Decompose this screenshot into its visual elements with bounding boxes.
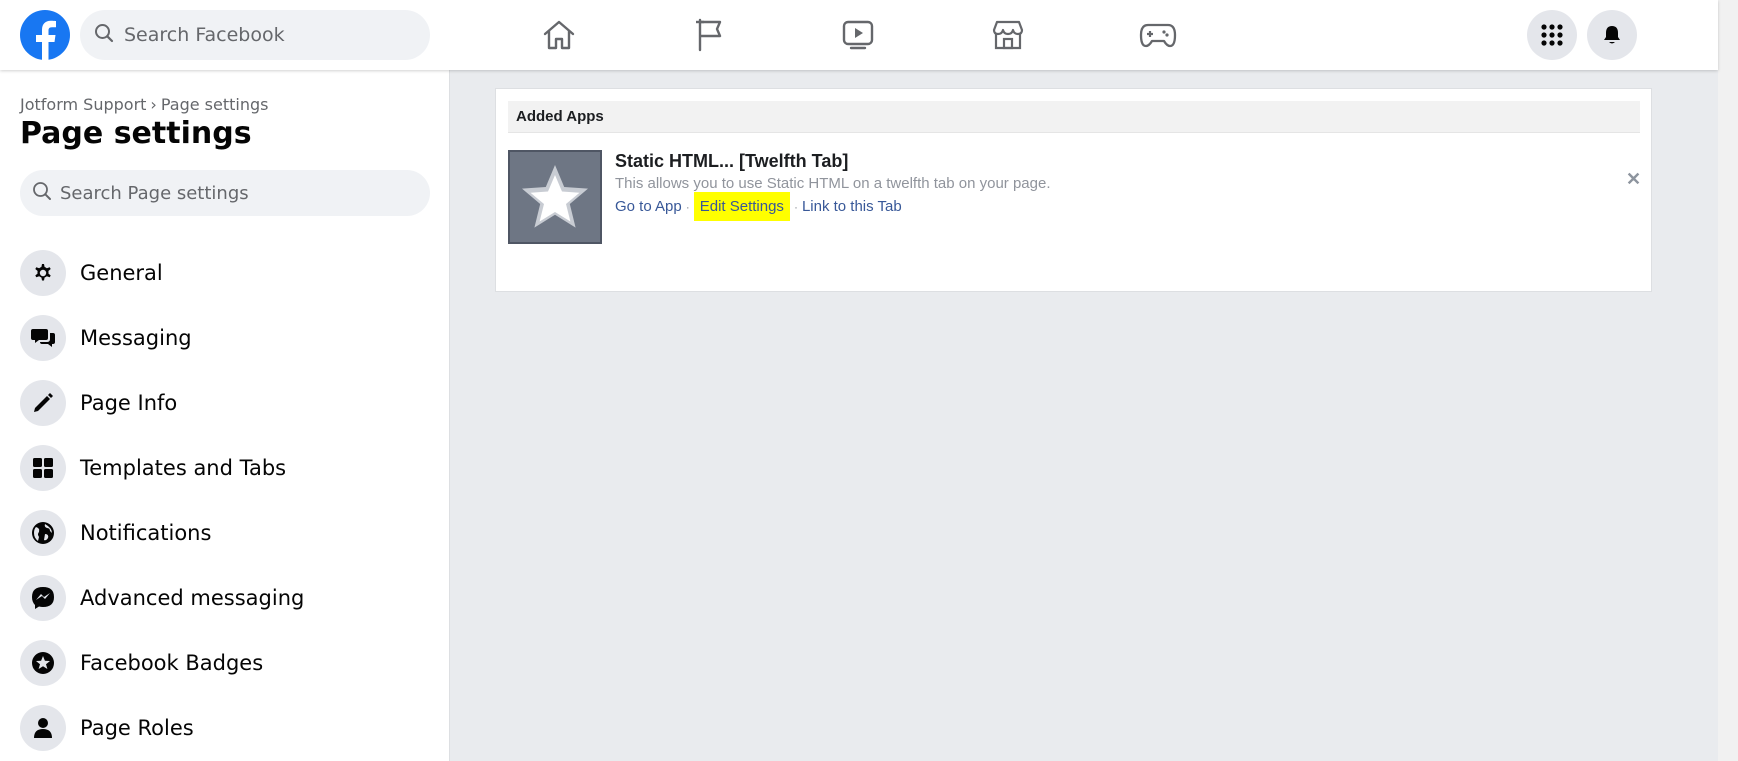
sidebar-item-templates-and-tabs[interactable]: Templates and Tabs xyxy=(20,435,440,500)
link-separator: · xyxy=(685,199,690,214)
app-name-link[interactable]: Static HTML... [Twelfth Tab] xyxy=(615,151,848,172)
breadcrumb-separator: › xyxy=(150,95,157,114)
page-scrollbar[interactable] xyxy=(1718,0,1738,761)
page-settings-sidebar: Jotform Support › Page settings Page setti… xyxy=(0,70,450,761)
gaming-icon[interactable] xyxy=(1138,15,1178,55)
home-icon[interactable] xyxy=(539,15,579,55)
sidebar-item-label: Messaging xyxy=(80,325,192,350)
facebook-search-input[interactable]: Search Facebook xyxy=(80,10,430,60)
added-apps-panel: Added Apps Static HTML... [Twelfth Tab] … xyxy=(495,88,1652,292)
search-icon xyxy=(94,23,114,48)
search-placeholder: Search Page settings xyxy=(60,182,249,204)
top-navigation-bar: Search Facebook xyxy=(0,0,1718,70)
sidebar-item-messaging[interactable]: Messaging xyxy=(20,305,440,370)
link-to-this-tab-link[interactable]: Link to this Tab xyxy=(802,198,902,215)
messenger-icon xyxy=(20,574,66,621)
remove-app-close-icon[interactable]: ✕ xyxy=(1626,169,1641,190)
marketplace-icon[interactable] xyxy=(988,15,1028,55)
sidebar-item-page-info[interactable]: Page Info xyxy=(20,370,440,435)
sidebar-item-label: Page Roles xyxy=(80,715,194,740)
sidebar-item-page-roles[interactable]: Page Roles xyxy=(20,695,440,760)
breadcrumb-parent-link[interactable]: Jotform Support xyxy=(20,95,146,114)
search-placeholder: Search Facebook xyxy=(124,24,285,46)
person-icon xyxy=(20,704,66,751)
edit-settings-link[interactable]: Edit Settings xyxy=(693,192,790,221)
section-title: Added Apps xyxy=(508,101,1640,133)
facebook-logo-icon[interactable] xyxy=(20,10,70,60)
breadcrumb-current[interactable]: Page settings xyxy=(161,95,269,114)
app-action-links: Go to App · Edit Settings · Link to this… xyxy=(615,192,902,221)
go-to-app-link[interactable]: Go to App xyxy=(615,198,682,215)
link-separator: · xyxy=(793,199,798,214)
sidebar-item-general[interactable]: General xyxy=(20,240,440,305)
grid-tiles-icon xyxy=(20,444,66,491)
app-description: This allows you to use Static HTML on a … xyxy=(615,175,1051,192)
globe-icon xyxy=(20,509,66,556)
sidebar-item-notifications[interactable]: Notifications xyxy=(20,500,440,565)
gear-icon xyxy=(20,249,66,296)
breadcrumb: Jotform Support › Page settings xyxy=(20,95,268,114)
settings-menu: General Messaging Page Info Templates an… xyxy=(20,240,440,760)
sidebar-item-advanced-messaging[interactable]: Advanced messaging xyxy=(20,565,440,630)
search-icon xyxy=(32,181,52,206)
pencil-icon xyxy=(20,379,66,426)
video-icon[interactable] xyxy=(838,15,878,55)
notifications-bell-icon[interactable] xyxy=(1587,10,1637,60)
badge-star-icon xyxy=(20,639,66,686)
page-title: Page settings xyxy=(20,116,252,151)
page-settings-search-input[interactable]: Search Page settings xyxy=(20,170,430,216)
sidebar-item-label: Page Info xyxy=(80,390,178,415)
menu-grid-icon[interactable] xyxy=(1527,10,1577,60)
sidebar-item-label: General xyxy=(80,260,163,285)
sidebar-item-label: Facebook Badges xyxy=(80,650,264,675)
chat-bubbles-icon xyxy=(20,314,66,361)
sidebar-item-label: Templates and Tabs xyxy=(80,455,287,480)
sidebar-item-label: Advanced messaging xyxy=(80,585,305,610)
sidebar-item-label: Notifications xyxy=(80,520,212,545)
app-thumbnail-star-icon[interactable] xyxy=(508,150,602,244)
flag-icon[interactable] xyxy=(690,15,730,55)
sidebar-item-facebook-badges[interactable]: Facebook Badges xyxy=(20,630,440,695)
